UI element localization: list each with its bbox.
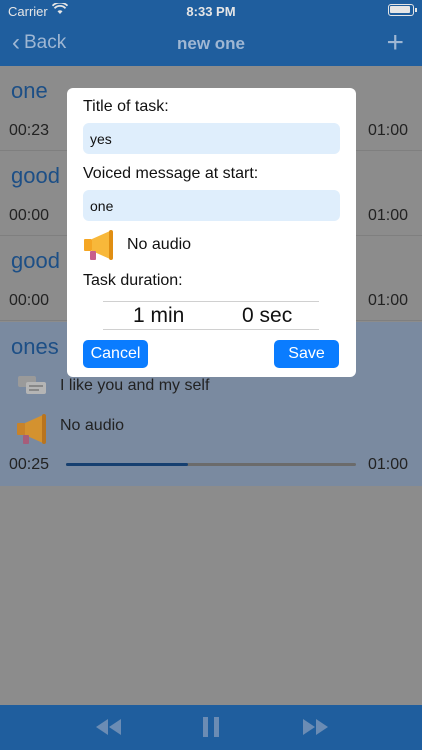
task-name: good	[11, 248, 60, 273]
megaphone-icon	[17, 414, 46, 444]
task-name: one	[11, 78, 48, 103]
battery-icon	[388, 4, 417, 16]
save-button[interactable]: Save	[274, 340, 339, 368]
task-name: ones	[11, 334, 59, 359]
audio-status: No audio	[60, 417, 125, 434]
duration-picker[interactable]: 1 min 0 sec	[103, 301, 319, 330]
elapsed-time: 00:23	[9, 122, 50, 139]
progress-bar[interactable]	[66, 463, 356, 466]
total-duration: 01:00	[367, 292, 408, 309]
clock: 8:33 PM	[186, 4, 236, 19]
top-bar: Carrier 8:33 PM ‹ Back new one +	[0, 0, 422, 66]
audio-status: No audio	[127, 236, 192, 253]
elapsed-time: 00:00	[9, 292, 50, 309]
voiced-message-input[interactable]	[83, 190, 340, 221]
elapsed-time: 00:00	[9, 207, 50, 224]
total-duration: 01:00	[367, 207, 408, 224]
minutes-value[interactable]: 1 min	[133, 304, 184, 328]
seconds-value[interactable]: 0 sec	[242, 304, 292, 328]
progress-fill	[66, 463, 188, 466]
rewind-icon[interactable]	[94, 715, 122, 739]
total-duration: 01:00	[367, 122, 408, 139]
page-title: new one	[176, 34, 245, 53]
cancel-button[interactable]: Cancel	[83, 340, 148, 368]
duration-label: Task duration:	[83, 272, 183, 289]
voiced-message-label: Voiced message at start:	[83, 165, 259, 182]
navigation-bar: ‹ Back new one +	[0, 22, 422, 66]
megaphone-icon[interactable]	[81, 228, 117, 262]
player-toolbar	[0, 705, 422, 750]
pause-icon[interactable]	[202, 715, 220, 739]
status-bar: Carrier 8:33 PM	[0, 0, 422, 22]
message-icon	[18, 376, 46, 394]
edit-task-dialog: Title of task: Voiced message at start: …	[67, 88, 356, 377]
fast-forward-icon[interactable]	[302, 715, 330, 739]
total-duration: 01:00	[367, 456, 408, 473]
task-name: good	[11, 163, 60, 188]
title-label: Title of task:	[83, 98, 169, 115]
elapsed-time: 00:25	[9, 456, 50, 473]
plus-icon[interactable]: +	[386, 26, 404, 60]
voiced-message: I like you and my self	[60, 377, 210, 394]
title-input[interactable]	[83, 123, 340, 154]
